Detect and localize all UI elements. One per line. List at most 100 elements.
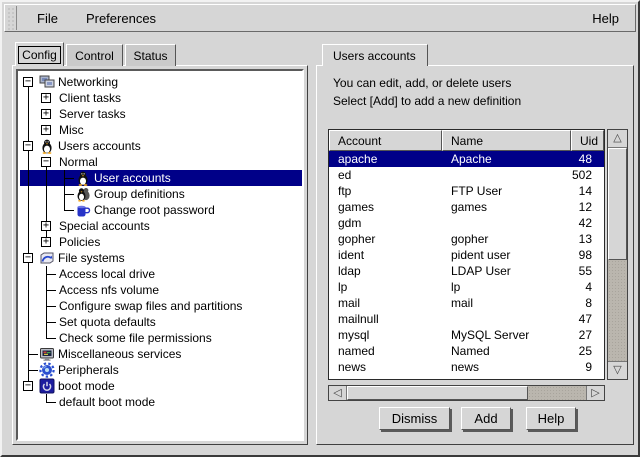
tree-expander-minus-icon[interactable]: − [20,138,38,154]
table-row-mailnull[interactable]: mailnull47 [329,311,604,327]
tree-item-networking[interactable]: −Networking [20,74,302,90]
tree-guide-line [38,282,56,298]
vertical-scrollbar-thumb[interactable] [608,148,627,260]
gear-icon [39,362,55,378]
table-row-mysql[interactable]: mysqlMySQL Server27 [329,327,604,343]
menu-bar: File Preferences Help [4,4,636,32]
column-header-uid[interactable]: Uid [571,130,604,151]
horizontal-scrollbar[interactable]: ◁ ▷ [328,385,605,401]
tab-control[interactable]: Control [66,44,123,66]
tree-item-check-some-file-permissions[interactable]: Check some file permissions [20,330,302,346]
tree-item-file-systems[interactable]: − File systems [20,250,302,266]
tab-status[interactable]: Status [125,44,176,66]
tree-guide-line [20,186,38,202]
table-row-apache[interactable]: apacheApache48 [329,151,604,167]
tree-item-user-accounts[interactable]: User accounts [20,170,302,186]
table-row-named[interactable]: namedNamed25 [329,343,604,359]
tree-item-access-nfs-volume[interactable]: Access nfs volume [20,282,302,298]
tree-item-peripherals[interactable]: Peripherals [20,362,302,378]
tree-item-label: Special accounts [56,219,150,233]
add-button[interactable]: Add [461,407,511,430]
users-table: Account Name Uid apacheApache48ed502ftpF… [328,129,605,380]
tree-item-group-definitions[interactable]: Group definitions [20,186,302,202]
tab-config[interactable]: Config [15,42,64,66]
tree-expander-plus-icon[interactable]: + [38,122,56,138]
tree-guide-line [56,186,74,202]
tree-item-server-tasks[interactable]: +Server tasks [20,106,302,122]
cell-uid: 13 [571,232,604,246]
cell-name: mail [442,296,571,310]
tree-expander-plus-icon[interactable]: + [38,234,56,250]
tree-guide-line [20,202,38,218]
tree-guide-line [56,202,74,218]
vertical-scrollbar-trough[interactable] [608,260,627,361]
cell-name: gopher [442,232,571,246]
vertical-scrollbar[interactable]: △ ▽ [607,129,628,380]
panel-description: You can edit, add, or delete users Selec… [333,74,521,110]
table-row-news[interactable]: newsnews9 [329,359,604,375]
tree-item-default-boot-mode[interactable]: default boot mode [20,394,302,410]
tree-item-access-local-drive[interactable]: Access local drive [20,266,302,282]
tree-expander-minus-icon[interactable]: − [20,74,38,90]
scroll-down-icon[interactable]: ▽ [608,361,627,379]
tree-item-label: Misc [56,123,84,137]
tree-guide-line [38,170,56,186]
tab-users-accounts-label: Users accounts [333,49,416,63]
column-header-name[interactable]: Name [442,130,571,151]
tree-expander-plus-icon[interactable]: + [38,106,56,122]
tree-expander-plus-icon[interactable]: + [38,218,56,234]
tree-item-boot-mode[interactable]: −boot mode [20,378,302,394]
tree-expander-minus-icon[interactable]: − [20,378,38,394]
tree-item-configure-swap-files-and-partitions[interactable]: Configure swap files and partitions [20,298,302,314]
table-row-lp[interactable]: lplp4 [329,279,604,295]
tree-item-set-quota-defaults[interactable]: Set quota defaults [20,314,302,330]
tree-expander-plus-icon[interactable]: + [38,90,56,106]
table-row-gopher[interactable]: gophergopher13 [329,231,604,247]
help-button[interactable]: Help [526,407,576,430]
scroll-left-icon[interactable]: ◁ [329,386,347,400]
monitor-icon [39,346,55,362]
table-row-ed[interactable]: ed502 [329,167,604,183]
tree-item-misc[interactable]: +Misc [20,122,302,138]
horizontal-scrollbar-thumb[interactable] [347,386,528,400]
menu-help[interactable]: Help [578,5,635,31]
tree-item-normal[interactable]: −Normal [20,154,302,170]
tree-item-users-accounts[interactable]: −Users accounts [20,138,302,154]
scroll-right-icon[interactable]: ▷ [586,386,604,400]
tree-item-policies[interactable]: +Policies [20,234,302,250]
table-row-gdm[interactable]: gdm42 [329,215,604,231]
menu-file[interactable]: File [23,5,72,31]
cell-account: ldap [329,264,442,278]
scroll-up-icon[interactable]: △ [608,130,627,148]
tree-item-miscellaneous-services[interactable]: Miscellaneous services [20,346,302,362]
dismiss-button[interactable]: Dismiss [379,407,450,430]
cell-account: lp [329,280,442,294]
tree-guide-line [56,170,74,186]
tree-item-label: Peripherals [55,363,119,377]
tree-guide-line [20,170,38,186]
tree-expander-minus-icon[interactable]: − [20,250,38,266]
cell-name: lp [442,280,571,294]
tree-expander-minus-icon[interactable]: − [38,154,56,170]
menu-preferences[interactable]: Preferences [72,5,170,31]
menubar-grip-handle[interactable] [6,6,17,30]
linuxconf-window: File Preferences Help Config Control Sta… [0,0,640,457]
cell-uid: 4 [571,280,604,294]
cell-uid: 48 [571,152,604,166]
tree-guide-line [38,298,56,314]
tab-users-accounts[interactable]: Users accounts [322,44,428,66]
tree-item-label: Access local drive [56,267,155,281]
tree-item-special-accounts[interactable]: +Special accounts [20,218,302,234]
table-row-ldap[interactable]: ldapLDAP User55 [329,263,604,279]
tree-guide-line [20,106,38,122]
tree-item-label: File systems [55,251,125,265]
horizontal-scrollbar-trough[interactable] [528,386,586,400]
tree-item-client-tasks[interactable]: +Client tasks [20,90,302,106]
table-row-mail[interactable]: mailmail8 [329,295,604,311]
cell-name: FTP User [442,184,571,198]
column-header-account[interactable]: Account [329,130,442,151]
tree-item-change-root-password[interactable]: Change root password [20,202,302,218]
table-row-ftp[interactable]: ftpFTP User14 [329,183,604,199]
table-row-ident[interactable]: identpident user98 [329,247,604,263]
table-row-games[interactable]: gamesgames12 [329,199,604,215]
